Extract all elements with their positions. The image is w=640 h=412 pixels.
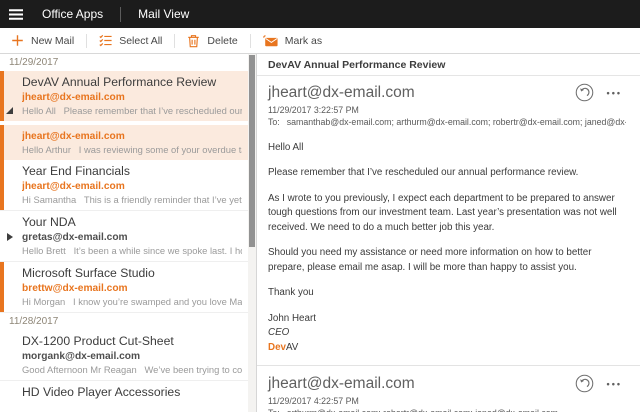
- delete-label: Delete: [207, 35, 237, 47]
- app-title: Office Apps: [42, 7, 103, 21]
- scrollbar-thumb[interactable]: [249, 55, 255, 247]
- toolbar-separator: [86, 34, 87, 48]
- mail-item[interactable]: DevAV Annual Performance Review jheart@d…: [0, 71, 248, 121]
- mail-sender: brettw@dx-email.com: [22, 282, 242, 295]
- reading-pane-subject: DevAV Annual Performance Review: [257, 54, 640, 76]
- message-body-paragraph: Thank you: [268, 286, 626, 300]
- mark-as-button[interactable]: Mark as: [261, 34, 324, 47]
- reply-circle-arrow-icon: [575, 374, 594, 393]
- signature-title: CEO: [268, 326, 626, 340]
- message: jheart@dx-email.com •••: [257, 76, 640, 355]
- unread-indicator-bar: [0, 71, 4, 121]
- message-signature: John Heart CEO DevAV: [268, 312, 626, 355]
- message-actions: •••: [575, 83, 622, 102]
- new-mail-label: New Mail: [31, 35, 74, 47]
- reply-button[interactable]: [575, 374, 594, 393]
- message-body-paragraph: Hello All: [268, 141, 626, 155]
- message-recipients: To: arthurm@dx-email.com; robertr@dx-emai…: [268, 408, 626, 412]
- message-body-paragraph: As I wrote to you previously, I expect e…: [268, 192, 626, 235]
- mail-item[interactable]: Your NDA gretas@dx-email.com Hello Brett…: [0, 211, 248, 262]
- select-all-button[interactable]: Select All: [97, 34, 164, 47]
- mail-item[interactable]: jheart@dx-email.com Hello Arthur I was r…: [0, 125, 248, 160]
- more-options-button[interactable]: •••: [607, 88, 622, 98]
- new-mail-button[interactable]: New Mail: [9, 34, 76, 47]
- mail-toolbar: New Mail Select All Delete: [0, 28, 640, 54]
- mail-subject: DX-1200 Product Cut-Sheet: [22, 334, 242, 349]
- message-from-address: jheart@dx-email.com: [268, 84, 415, 102]
- mail-sender: jheart@dx-email.com: [22, 130, 242, 143]
- message-from-address: jheart@dx-email.com: [268, 375, 415, 393]
- mail-item[interactable]: Year End Financials jheart@dx-email.com …: [0, 160, 248, 211]
- mail-preview: Good Afternoon Mr Reagan We’ve been tryi…: [22, 364, 242, 376]
- trash-icon: [187, 34, 200, 48]
- top-bar: Office Apps Mail View: [0, 0, 640, 28]
- mail-app-window: Office Apps Mail View New Mail Select Al…: [0, 0, 640, 412]
- date-group-header: 11/29/2017: [0, 54, 248, 71]
- message-header: jheart@dx-email.com •••: [268, 374, 626, 393]
- delete-button[interactable]: Delete: [185, 34, 239, 48]
- to-addresses: samanthab@dx-email.com; arthurm@dx-email…: [287, 117, 626, 127]
- thread-expanded-icon[interactable]: [6, 107, 13, 114]
- envelope-icon: [263, 34, 278, 47]
- mail-list-panel: 11/29/2017 DevAV Annual Performance Revi…: [0, 54, 256, 412]
- message-body-paragraph: Please remember that I’ve rescheduled ou…: [268, 166, 626, 180]
- message-body: Hello All Please remember that I’ve resc…: [268, 141, 626, 355]
- mail-sender: morgank@dx-email.com: [22, 350, 242, 363]
- mail-preview: Hi Samantha This is a friendly reminder …: [22, 194, 242, 206]
- topbar-divider: [120, 7, 121, 22]
- message-body-paragraph: Should you need my assistance or need mo…: [268, 246, 626, 275]
- view-title: Mail View: [138, 7, 189, 21]
- more-options-button[interactable]: •••: [607, 379, 622, 389]
- mail-subject: Microsoft Surface Studio: [22, 266, 242, 281]
- toolbar-separator: [174, 34, 175, 48]
- reading-pane: DevAV Annual Performance Review jheart@d…: [256, 54, 640, 412]
- mail-subject: Your NDA: [22, 215, 242, 230]
- signature-company: DevAV: [268, 341, 626, 355]
- mail-preview: Hello All Please remember that I’ve resc…: [22, 105, 242, 117]
- brand-suffix: AV: [286, 342, 298, 353]
- brand-prefix: Dev: [268, 342, 286, 353]
- date-group-header: 11/28/2017: [0, 313, 248, 330]
- message-recipients: To: samanthab@dx-email.com; arthurm@dx-em…: [268, 117, 626, 127]
- mail-sender: gretas@dx-email.com: [22, 231, 242, 244]
- to-label: To:: [268, 408, 280, 412]
- thread-collapsed-icon[interactable]: [7, 233, 13, 241]
- unread-indicator-bar: [0, 125, 4, 160]
- message-header: jheart@dx-email.com •••: [268, 83, 626, 102]
- message-actions: •••: [575, 374, 622, 393]
- message: jheart@dx-email.com •••: [257, 365, 640, 412]
- select-all-label: Select All: [119, 35, 162, 47]
- mail-subject: DevAV Annual Performance Review: [22, 75, 242, 90]
- checklist-icon: [99, 34, 112, 47]
- plus-icon: [11, 34, 24, 47]
- mail-item[interactable]: Microsoft Surface Studio brettw@dx-email…: [0, 262, 248, 313]
- mail-preview: Hello Arthur I was reviewing some of you…: [22, 144, 242, 156]
- message-datetime: 11/29/2017 3:22:57 PM: [268, 105, 626, 115]
- signature-name: John Heart: [268, 312, 626, 326]
- toolbar-separator: [250, 34, 251, 48]
- unread-indicator-bar: [0, 262, 4, 312]
- mail-sender: jheart@dx-email.com: [22, 180, 242, 193]
- mark-as-label: Mark as: [285, 35, 322, 47]
- mail-subject: HD Video Player Accessories: [22, 385, 242, 400]
- hamburger-bars: [9, 9, 23, 20]
- reply-button[interactable]: [575, 83, 594, 102]
- ellipsis-icon: •••: [607, 379, 622, 389]
- mail-sender: jheart@dx-email.com: [22, 91, 242, 104]
- ellipsis-icon: •••: [607, 88, 622, 98]
- main-content: 11/29/2017 DevAV Annual Performance Revi…: [0, 54, 640, 412]
- reply-circle-arrow-icon: [575, 83, 594, 102]
- to-addresses: arthurm@dx-email.com; robertr@dx-email.c…: [287, 408, 558, 412]
- hamburger-menu-icon[interactable]: [9, 9, 23, 20]
- mail-item[interactable]: DX-1200 Product Cut-Sheet morgank@dx-ema…: [0, 330, 248, 381]
- mail-preview: Hi Morgan I know you’re swamped and you …: [22, 296, 242, 308]
- message-datetime: 11/29/2017 4:22:57 PM: [268, 396, 626, 406]
- to-label: To:: [268, 117, 280, 127]
- mail-list-scrollbar[interactable]: [248, 54, 256, 412]
- mail-subject: Year End Financials: [22, 164, 242, 179]
- mail-preview: Hello Brett It’s been a while since we s…: [22, 245, 242, 257]
- mail-item[interactable]: HD Video Player Accessories: [0, 381, 248, 404]
- unread-indicator-bar: [0, 160, 4, 210]
